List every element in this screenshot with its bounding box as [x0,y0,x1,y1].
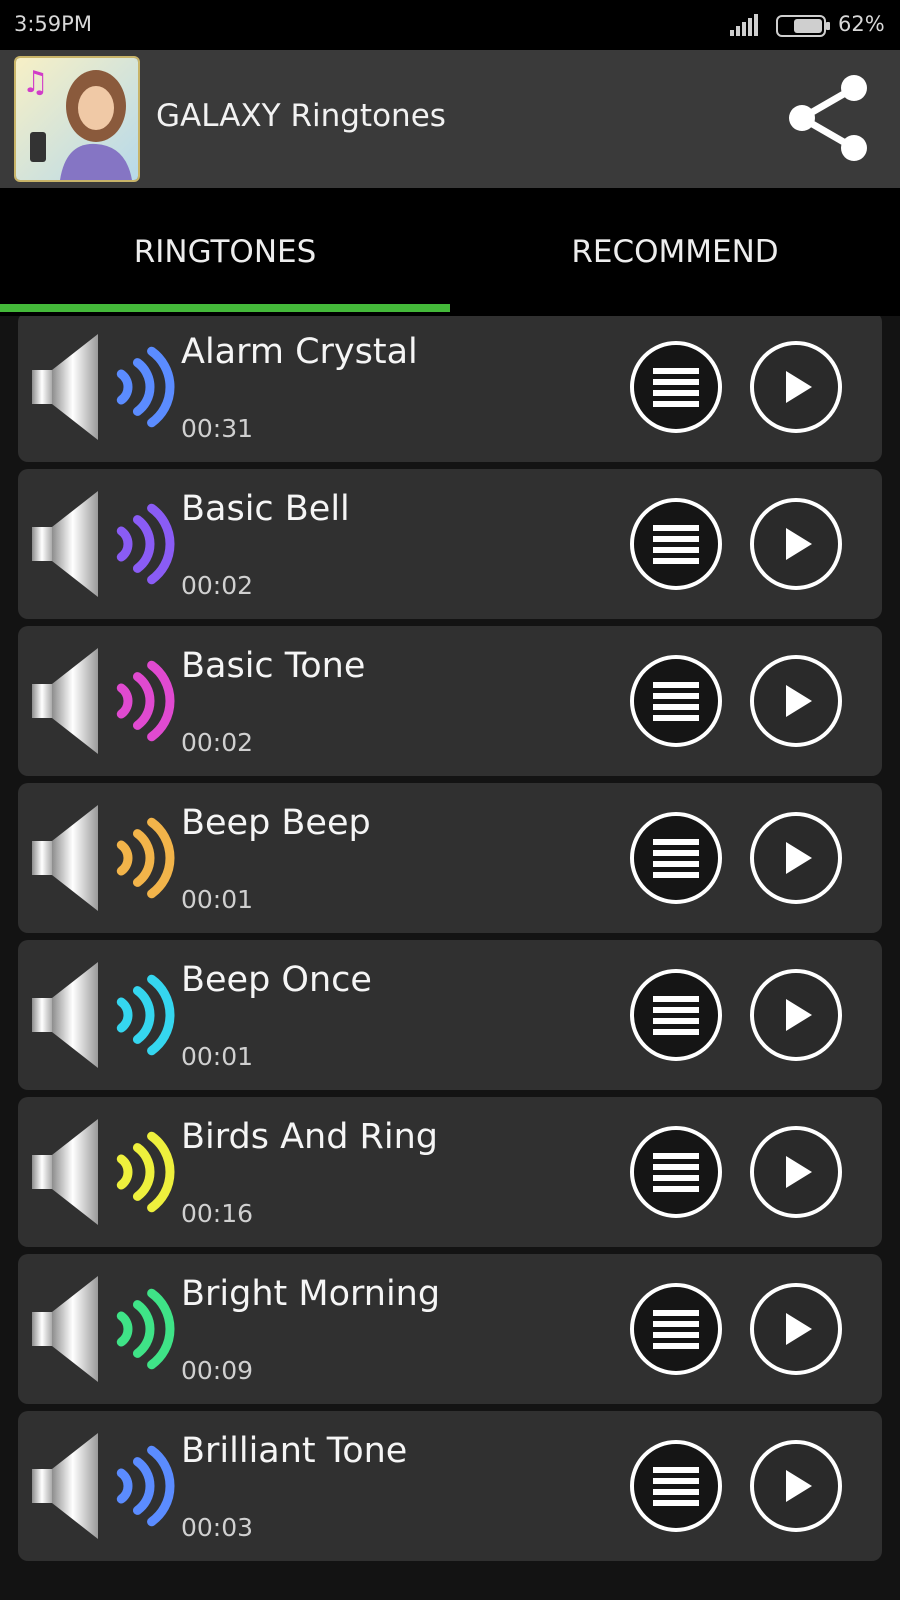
ringtone-duration: 00:16 [181,1199,254,1228]
status-bar: 3:59PM 62% [0,0,900,50]
play-icon [750,1126,842,1218]
ringtone-title: Birds And Ring [181,1117,438,1157]
ringtone-menu-button[interactable] [628,1281,724,1377]
menu-icon [630,812,722,904]
ringtone-row[interactable]: Alarm Crystal 00:31 [18,316,882,462]
ringtone-title: Beep Once [181,960,372,1000]
ringtone-title: Basic Tone [181,646,366,686]
play-icon [750,341,842,433]
tab-recommend[interactable]: RECOMMEND [450,188,900,316]
menu-icon [630,1440,722,1532]
menu-icon [630,655,722,747]
ringtone-duration: 00:09 [181,1356,254,1385]
ringtone-title: Brilliant Tone [181,1431,408,1471]
ringtone-row[interactable]: Bright Morning 00:09 [18,1254,882,1404]
ringtone-menu-button[interactable] [628,810,724,906]
tab-ringtones[interactable]: RINGTONES [0,188,450,316]
ringtone-play-button[interactable] [748,653,844,749]
ringtone-menu-button[interactable] [628,1124,724,1220]
svg-text:♫: ♫ [22,65,49,100]
menu-icon [630,1126,722,1218]
ringtone-menu-button[interactable] [628,339,724,435]
speaker-icon [32,334,175,440]
ringtone-list[interactable]: Alarm Crystal 00:31 Basic Bell 00:02 Basic T… [0,316,900,1600]
battery-icon [776,15,830,37]
play-icon [750,1283,842,1375]
menu-icon [630,498,722,590]
ringtone-play-button[interactable] [748,1438,844,1534]
ringtone-menu-button[interactable] [628,1438,724,1534]
share-icon [789,75,867,161]
app-title: GALAXY Ringtones [156,98,446,134]
speaker-icon [32,962,175,1068]
speaker-icon [32,1276,175,1382]
tab-bar: RINGTONES RECOMMEND [0,188,900,316]
share-button[interactable] [780,70,876,166]
ringtone-title: Basic Bell [181,489,350,529]
ringtone-play-button[interactable] [748,496,844,592]
menu-icon [630,1283,722,1375]
speaker-icon [32,805,175,911]
ringtone-play-button[interactable] [748,1281,844,1377]
ringtone-duration: 00:01 [181,1042,254,1071]
status-time: 3:59PM [14,12,92,36]
app-bar: ♫ GALAXY Ringtones [0,50,900,188]
play-icon [750,655,842,747]
battery-percentage: 62% [838,12,885,36]
app-logo-icon: ♫ [14,56,140,182]
active-tab-indicator [0,304,450,312]
speaker-icon [32,491,175,597]
ringtone-play-button[interactable] [748,967,844,1063]
ringtone-row[interactable]: Beep Once 00:01 [18,940,882,1090]
ringtone-duration: 00:03 [181,1513,254,1542]
ringtone-duration: 00:01 [181,885,254,914]
ringtone-menu-button[interactable] [628,967,724,1063]
ringtone-play-button[interactable] [748,1124,844,1220]
ringtone-row[interactable]: Basic Bell 00:02 [18,469,882,619]
ringtone-row[interactable]: Beep Beep 00:01 [18,783,882,933]
play-icon [750,812,842,904]
menu-icon [630,969,722,1061]
ringtone-row[interactable]: Basic Tone 00:02 [18,626,882,776]
play-icon [750,1440,842,1532]
ringtone-duration: 00:02 [181,728,254,757]
ringtone-row[interactable]: Birds And Ring 00:16 [18,1097,882,1247]
menu-icon [630,341,722,433]
speaker-icon [32,1119,175,1225]
ringtone-menu-button[interactable] [628,653,724,749]
ringtone-title: Bright Morning [181,1274,441,1314]
signal-bars-icon [730,14,758,36]
play-icon [750,969,842,1061]
ringtone-row[interactable]: Brilliant Tone 00:03 [18,1411,882,1561]
ringtone-duration: 00:31 [181,414,254,443]
ringtone-duration: 00:02 [181,571,254,600]
ringtone-title: Beep Beep [181,803,371,843]
speaker-icon [32,1433,175,1539]
ringtone-play-button[interactable] [748,810,844,906]
ringtone-title: Alarm Crystal [181,332,418,372]
ringtone-play-button[interactable] [748,339,844,435]
play-icon [750,498,842,590]
speaker-icon [32,648,175,754]
ringtone-menu-button[interactable] [628,496,724,592]
